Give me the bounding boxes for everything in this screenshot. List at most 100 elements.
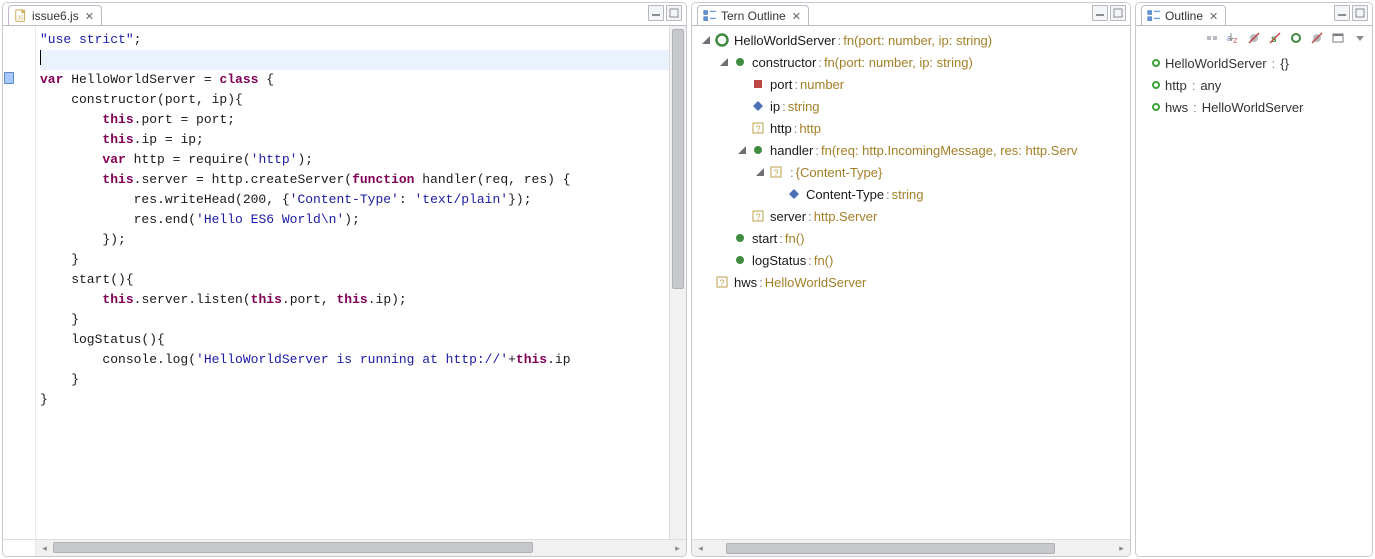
outline-tab[interactable]: Outline ✕: [1141, 5, 1226, 25]
close-icon[interactable]: ✕: [792, 10, 801, 23]
expand-icon-open[interactable]: [699, 33, 713, 47]
outline-tab-label: Outline: [1165, 9, 1203, 23]
vertical-scroll-thumb[interactable]: [672, 29, 684, 289]
filter-public-button[interactable]: [1287, 29, 1305, 47]
sort-button[interactable]: az: [1224, 29, 1242, 47]
tern-node[interactable]: logStatus : fn(): [695, 249, 1130, 271]
svg-text:z: z: [1233, 35, 1238, 45]
vertical-scrollbar[interactable]: [669, 26, 686, 539]
tern-tree[interactable]: HelloWorldServer : fn(port: number, ip: …: [692, 26, 1130, 293]
tern-horizontal-scrollbar[interactable]: ◂ ▸: [692, 539, 1130, 556]
code-text-area[interactable]: "use strict";var HelloWorldServer = clas…: [36, 26, 669, 539]
var-icon: [1152, 81, 1160, 89]
outline-toolbar: az s: [1136, 26, 1372, 50]
expand-icon-open[interactable]: [717, 55, 731, 69]
tern-node[interactable]: port : number: [695, 73, 1130, 95]
editor-tab-issue6[interactable]: JS issue6.js ✕: [8, 5, 102, 25]
tern-node[interactable]: handler : fn(req: http.IncomingMessage, …: [695, 139, 1130, 161]
hide-nonpublic-button[interactable]: [1308, 29, 1326, 47]
tern-tabbar: Tern Outline ✕: [692, 3, 1130, 26]
tern-node[interactable]: ?hws : HelloWorldServer: [695, 271, 1130, 293]
maximize-view-button[interactable]: [666, 5, 682, 21]
field-blue-icon: [750, 98, 766, 114]
svg-text:?: ?: [756, 212, 761, 222]
method-icon: [732, 252, 748, 268]
expand-icon-open[interactable]: [735, 143, 749, 157]
scroll-left-button[interactable]: ◂: [692, 540, 709, 557]
minimize-view-button[interactable]: [1334, 5, 1350, 21]
svg-text:JS: JS: [18, 16, 25, 22]
tern-node[interactable]: constructor : fn(port: number, ip: strin…: [695, 51, 1130, 73]
horizontal-scrollbar[interactable]: ◂ ▸: [36, 540, 686, 556]
tern-node-type: fn(): [814, 253, 834, 268]
tern-node-label: hws: [734, 275, 757, 290]
js-file-icon: JS: [14, 9, 28, 23]
tern-node[interactable]: ? : {Content-Type}: [695, 161, 1130, 183]
expand-icon-open[interactable]: [753, 165, 767, 179]
link-editor-button[interactable]: [1329, 29, 1347, 47]
tern-node[interactable]: ?http : http: [695, 117, 1130, 139]
tern-tab[interactable]: Tern Outline ✕: [697, 5, 809, 25]
tern-node-label: port: [770, 77, 792, 92]
editor-footer: ◂ ▸: [3, 539, 686, 556]
outline-icon: [1147, 9, 1161, 23]
unknown-icon: ?: [750, 208, 766, 224]
outline-tabbar: Outline ✕: [1136, 3, 1372, 26]
editor-pane: JS issue6.js ✕ "use strict";var HelloWor…: [2, 2, 687, 557]
method-icon: [732, 54, 748, 70]
tern-node[interactable]: start : fn(): [695, 227, 1130, 249]
unknown-icon: ?: [714, 274, 730, 290]
tern-node-type: fn(req: http.IncomingMessage, res: http.…: [821, 143, 1078, 158]
tern-node-type: fn(): [785, 231, 805, 246]
tern-node[interactable]: ?server : http.Server: [695, 205, 1130, 227]
outline-list[interactable]: HelloWorldServer : {}http : anyhws : Hel…: [1136, 50, 1372, 120]
collapse-all-button[interactable]: [1203, 29, 1221, 47]
outline-item[interactable]: hws : HelloWorldServer: [1140, 96, 1370, 118]
scroll-left-button[interactable]: ◂: [36, 540, 53, 557]
tern-node-label: Content-Type: [806, 187, 884, 202]
tern-node[interactable]: ip : string: [695, 95, 1130, 117]
field-red-icon: [750, 76, 766, 92]
outline-item[interactable]: HelloWorldServer : {}: [1140, 52, 1370, 74]
hide-static-button[interactable]: s: [1266, 29, 1284, 47]
editor-gutter[interactable]: [3, 26, 36, 539]
tern-node-label: handler: [770, 143, 813, 158]
editor-body: "use strict";var HelloWorldServer = clas…: [3, 26, 686, 539]
var-icon: [1152, 59, 1160, 67]
outline-item-label: hws: [1165, 100, 1188, 115]
maximize-view-button[interactable]: [1352, 5, 1368, 21]
editor-tab-label: issue6.js: [32, 9, 79, 23]
field-blue-icon: [786, 186, 802, 202]
tern-node-type: HelloWorldServer: [765, 275, 867, 290]
close-icon[interactable]: ✕: [85, 10, 94, 23]
tern-tab-label: Tern Outline: [721, 9, 786, 23]
svg-text:?: ?: [720, 278, 725, 288]
tern-node-label: server: [770, 209, 806, 224]
tern-node-type: string: [788, 99, 820, 114]
outline-item-type: HelloWorldServer: [1202, 100, 1304, 115]
view-menu-button[interactable]: [1350, 29, 1368, 47]
minimize-view-button[interactable]: [1092, 5, 1108, 21]
scroll-right-button[interactable]: ▸: [669, 540, 686, 557]
outline-icon: [703, 9, 717, 23]
hide-fields-button[interactable]: [1245, 29, 1263, 47]
method-icon: [732, 230, 748, 246]
tern-node[interactable]: HelloWorldServer : fn(port: number, ip: …: [695, 29, 1130, 51]
tern-node-label: logStatus: [752, 253, 806, 268]
horizontal-scroll-thumb[interactable]: [726, 543, 1055, 554]
outline-item-label: HelloWorldServer: [1165, 56, 1267, 71]
horizontal-scroll-thumb[interactable]: [53, 542, 533, 553]
outline-item-type: {}: [1280, 56, 1289, 71]
outline-item[interactable]: http : any: [1140, 74, 1370, 96]
scroll-right-button[interactable]: ▸: [1113, 540, 1130, 557]
tern-node[interactable]: Content-Type : string: [695, 183, 1130, 205]
maximize-view-button[interactable]: [1110, 5, 1126, 21]
tern-node-label: http: [770, 121, 792, 136]
outline-item-label: http: [1165, 78, 1187, 93]
gutter-annotation[interactable]: [4, 72, 14, 84]
close-icon[interactable]: ✕: [1209, 10, 1218, 23]
minimize-view-button[interactable]: [648, 5, 664, 21]
unknown-icon: ?: [768, 164, 784, 180]
tern-node-type: http.Server: [814, 209, 878, 224]
svg-text:?: ?: [774, 168, 779, 178]
